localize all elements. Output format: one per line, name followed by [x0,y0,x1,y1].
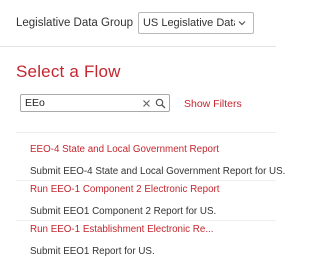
legislative-data-group-row: Legislative Data Group US Legislative Da… [16,12,254,34]
close-icon[interactable] [140,97,152,109]
ldg-select-value: US Legislative Data Group [142,17,235,29]
select-flow-page: Legislative Data Group US Legislative Da… [0,0,286,261]
results-divider [16,132,276,133]
flow-search-field[interactable]: EEo [20,94,170,112]
list-item[interactable]: Run EEO-1 Establishment Electronic Re...… [0,219,276,259]
list-item[interactable]: EEO-4 State and Local Government Report … [0,139,286,181]
flow-title-link[interactable]: Run EEO-1 Establishment Electronic Re... [30,219,276,236]
ldg-select[interactable]: US Legislative Data Group [137,12,254,34]
flow-list: EEO-4 State and Local Government Report … [0,139,286,259]
page-title: Select a Flow [16,62,121,81]
header-divider [0,46,276,47]
chevron-down-icon[interactable] [235,16,249,30]
flow-title-link[interactable]: Run EEO-1 Component 2 Electronic Report [30,179,276,196]
flow-title-link[interactable]: EEO-4 State and Local Government Report [30,139,276,156]
flow-description: Submit EEO1 Report for US. [30,246,155,257]
show-filters-link[interactable]: Show Filters [184,98,242,110]
ldg-label: Legislative Data Group [16,17,133,29]
flow-description: Submit EEO-4 State and Local Government … [30,166,286,177]
search-input[interactable]: EEo [25,97,138,109]
list-item[interactable]: Run EEO-1 Component 2 Electronic Report … [0,179,276,221]
search-icon[interactable] [154,97,166,109]
flow-description: Submit EEO1 Component 2 Report for US. [30,206,217,217]
